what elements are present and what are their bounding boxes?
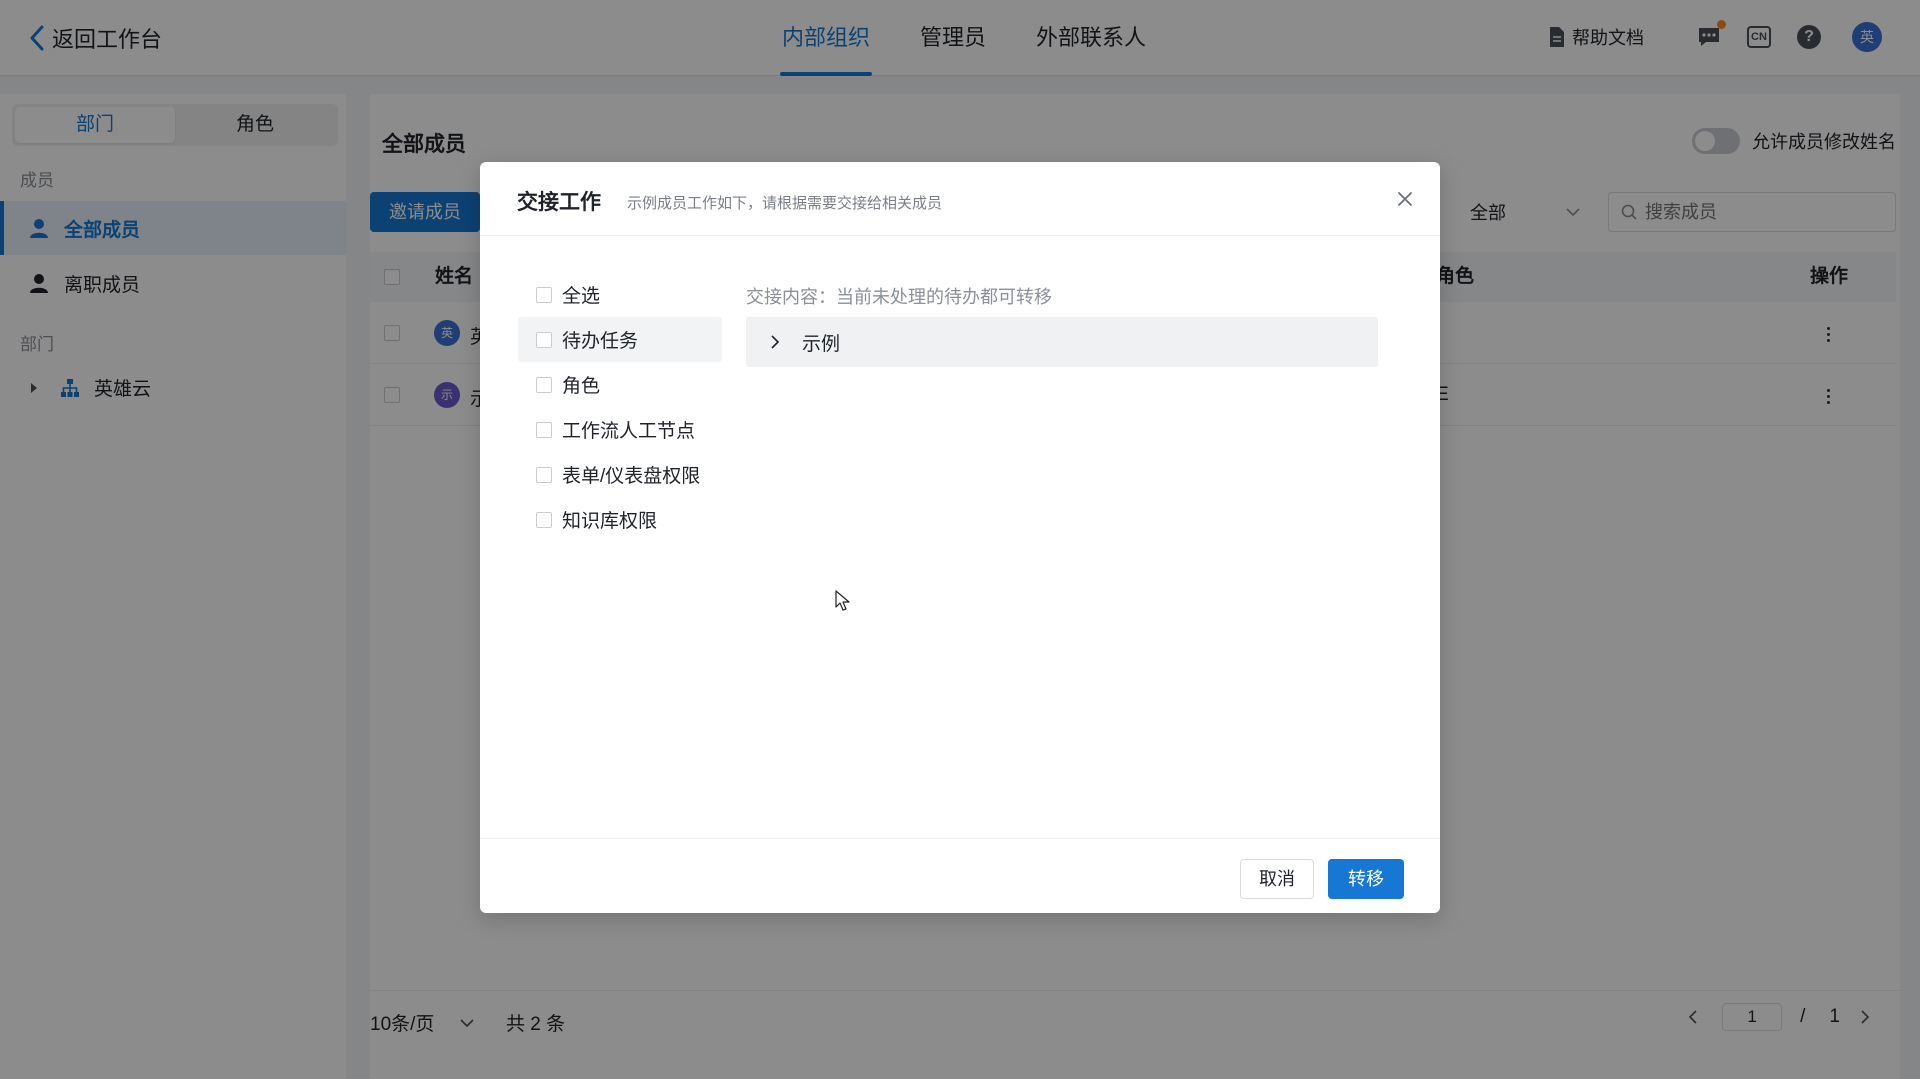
dialog-subtitle: 示例成员工作如下，请根据需要交接给相关成员 [627,195,943,212]
dialog-footer: 取消 转移 [480,838,1440,913]
checkbox[interactable] [536,376,552,393]
dialog-title: 交接工作 [517,191,601,214]
dialog-header: 交接工作 示例成员工作如下，请根据需要交接给相关成员 [480,162,1440,236]
checkbox[interactable] [536,331,552,348]
cancel-button[interactable]: 取消 [1240,859,1314,899]
handover-work-dialog: 交接工作 示例成员工作如下，请根据需要交接给相关成员 全选 待办任务 角色 工作… [480,162,1440,913]
option-label: 待办任务 [562,331,639,352]
checkbox[interactable] [536,286,552,303]
option-label: 知识库权限 [562,511,658,532]
checkbox[interactable] [536,421,552,438]
collapse-panel-example[interactable]: 示例 [746,317,1378,367]
option-label: 全选 [562,286,601,307]
close-icon[interactable] [1394,188,1416,210]
option-workflow-manual-nodes[interactable]: 工作流人工节点 [518,407,722,452]
option-todo-tasks[interactable]: 待办任务 [518,317,722,362]
option-form-dashboard-permissions[interactable]: 表单/仪表盘权限 [518,452,722,497]
handover-content-description: 交接内容：当前未处理的待办都可转移 [746,287,1052,307]
mouse-cursor-icon [835,590,850,611]
transfer-button[interactable]: 转移 [1328,859,1404,899]
checkbox[interactable] [536,511,552,528]
collapse-panel-label: 示例 [802,333,841,355]
handover-option-list: 全选 待办任务 角色 工作流人工节点 表单/仪表盘权限 知识库权限 [518,272,722,542]
option-roles[interactable]: 角色 [518,362,722,407]
option-label: 角色 [562,376,601,397]
chevron-right-icon [771,335,780,349]
checkbox[interactable] [536,466,552,483]
option-label: 工作流人工节点 [562,421,696,442]
option-select-all[interactable]: 全选 [518,272,722,317]
option-knowledge-base-permissions[interactable]: 知识库权限 [518,497,722,542]
option-label: 表单/仪表盘权限 [562,466,701,487]
